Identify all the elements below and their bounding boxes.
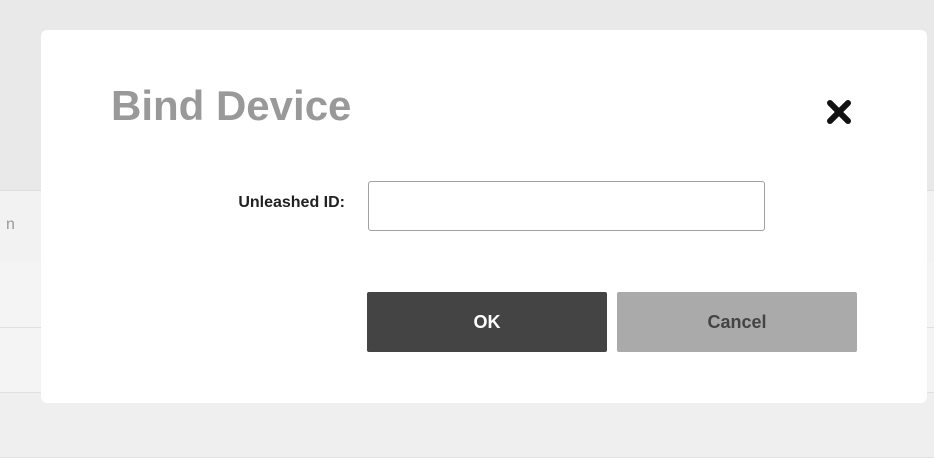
background-column-header-text: n [6, 216, 15, 233]
bind-device-dialog: Bind Device Unleashed ID: OK Cancel [41, 30, 927, 403]
unleashed-id-input[interactable] [368, 181, 765, 231]
close-x-icon [827, 100, 851, 124]
cancel-button[interactable]: Cancel [617, 292, 857, 352]
unleashed-id-label: Unleashed ID: [238, 194, 345, 211]
ok-button[interactable]: OK [367, 292, 607, 352]
dialog-title: Bind Device [111, 82, 352, 129]
close-button[interactable] [817, 90, 861, 134]
